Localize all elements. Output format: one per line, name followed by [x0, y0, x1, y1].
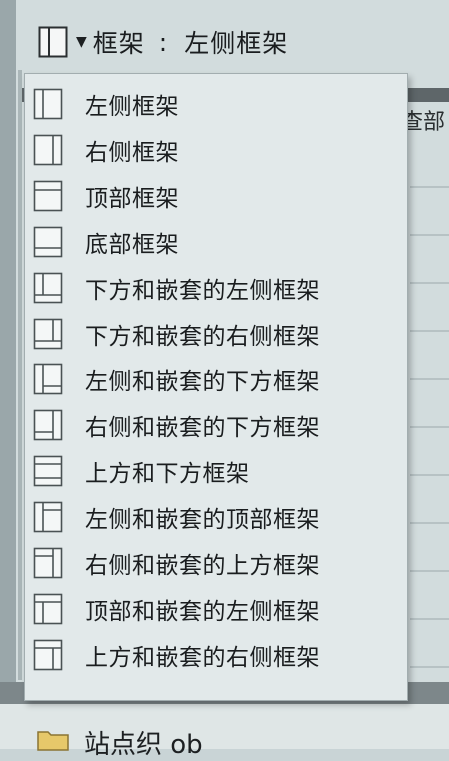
folder-icon [37, 731, 69, 751]
left-frame-layout-icon [38, 26, 68, 58]
left-nested-bottom-frame-icon [33, 364, 63, 395]
selector-separator: : [158, 27, 169, 57]
menu-item-left-nested-top-frame[interactable]: 左侧和嵌套的顶部框架 [25, 495, 407, 539]
frame-dropdown-menu: 左侧框架右侧框架顶部框架底部框架下方和嵌套的左侧框架 下方和嵌套的右侧框架 左侧和嵌… [24, 73, 408, 701]
window-left-edge [0, 0, 16, 749]
menu-item-label: 下方和嵌套的左侧框架 [85, 277, 320, 304]
menu-item-label: 上方和嵌套的右侧框架 [85, 644, 320, 671]
frame-layout-selector[interactable]: ▼ 框架 : 左侧框架 [30, 20, 288, 64]
right-frame-icon [33, 134, 63, 166]
menu-item-right-nested-bottom-frame[interactable]: 右侧和嵌套的下方框架 [25, 403, 407, 447]
left-nested-top-frame-icon [33, 501, 63, 533]
menu-item-top-nested-right-frame[interactable]: 上方和嵌套的右侧框架 [25, 633, 407, 677]
top-nested-right-frame-icon [33, 639, 63, 671]
menu-item-label: 左侧和嵌套的下方框架 [85, 369, 320, 396]
menu-item-bottom-nested-right-frame[interactable]: 下方和嵌套的右侧框架 [25, 312, 407, 356]
menu-item-label: 上方和下方框架 [85, 461, 250, 488]
menu-item-label: 底部框架 [85, 231, 179, 258]
bottom-nested-right-frame-icon [33, 318, 63, 349]
menu-item-label: 右侧和嵌套的下方框架 [85, 415, 320, 442]
menu-item-label: 顶部和嵌套的左侧框架 [85, 598, 320, 625]
background-rows [410, 140, 449, 670]
selector-value: 左侧框架 [184, 29, 289, 58]
bottom-nested-left-frame-icon [33, 272, 63, 303]
site-label[interactable]: 站点织 ob [84, 724, 203, 761]
menu-item-top-and-bottom-frame[interactable]: 上方和下方框架 [25, 449, 407, 493]
right-nested-bottom-frame-icon [33, 409, 63, 441]
menu-item-label: 顶部框架 [85, 185, 179, 212]
bottom-frame-icon [33, 226, 63, 257]
menu-item-label: 左侧和嵌套的顶部框架 [85, 507, 320, 534]
menu-item-label: 右侧和嵌套的上方框架 [85, 553, 320, 579]
partial-background-text: 查部 [401, 110, 446, 135]
pane-divider [18, 70, 22, 680]
menu-item-label: 下方和嵌套的右侧框架 [85, 323, 320, 350]
menu-item-top-frame[interactable]: 顶部框架 [25, 174, 407, 218]
top-and-bottom-frame-icon [33, 455, 63, 487]
chevron-down-icon[interactable]: ▼ [76, 34, 87, 50]
menu-item-label: 左侧框架 [85, 94, 179, 120]
menu-item-left-nested-bottom-frame[interactable]: 左侧和嵌套的下方框架 [25, 357, 407, 401]
menu-item-right-nested-top-frame[interactable]: 右侧和嵌套的上方框架 [25, 541, 407, 585]
top-frame-icon [33, 180, 63, 212]
menu-item-label: 右侧框架 [85, 139, 179, 166]
top-nested-left-frame-icon [33, 593, 63, 625]
menu-item-right-frame[interactable]: 右侧框架 [25, 128, 407, 172]
right-nested-top-frame-icon [33, 547, 63, 579]
menu-item-top-nested-left-frame[interactable]: 顶部和嵌套的左侧框架 [25, 587, 407, 631]
menu-item-bottom-frame[interactable]: 底部框架 [25, 220, 407, 264]
menu-item-bottom-nested-left-frame[interactable]: 下方和嵌套的左侧框架 [25, 266, 407, 310]
menu-item-left-frame[interactable]: 左侧框架 [25, 82, 407, 126]
selector-prefix: 框架 [92, 29, 145, 58]
left-frame-icon [33, 88, 63, 120]
